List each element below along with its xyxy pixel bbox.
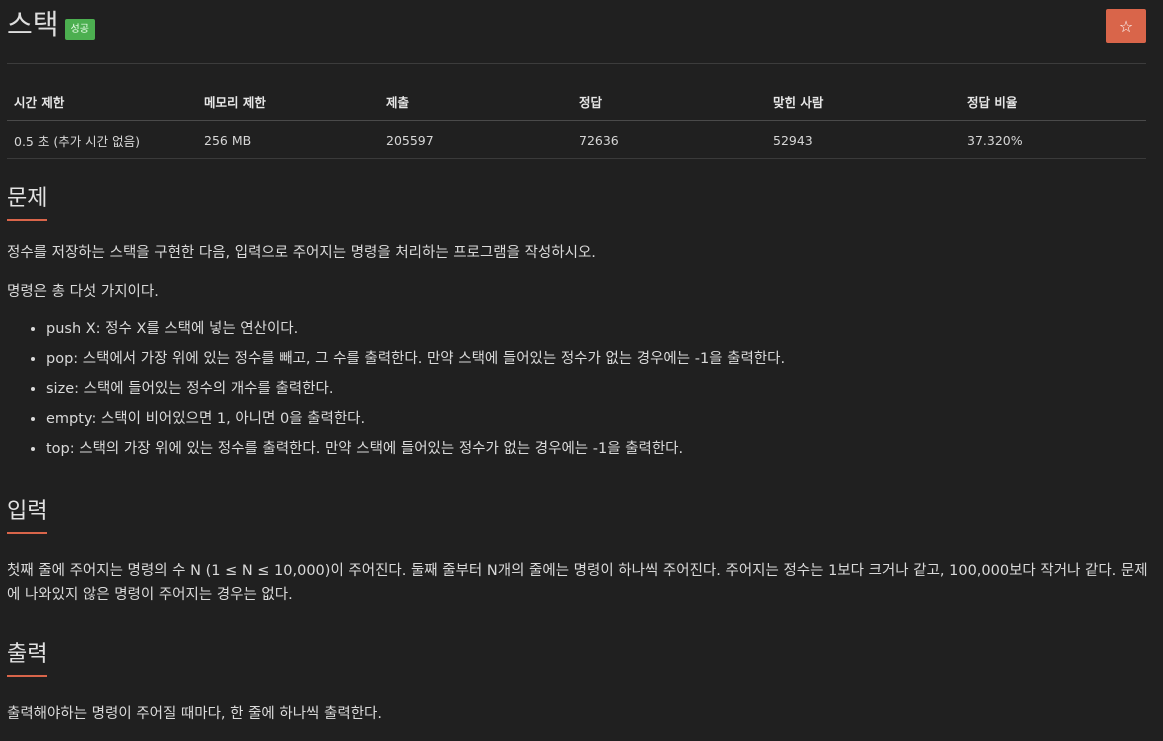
cell-solvers: 52943: [766, 120, 960, 159]
problem-command-intro: 명령은 총 다섯 가지이다.: [7, 284, 159, 300]
problem-info-table: 시간 제한 메모리 제한 제출 정답 맞힌 사람 정답 비율 0.5 초 (추가…: [7, 82, 1146, 159]
problem-page: 스택 성공 ☆ 시간 제한 메모리 제한 제출 정답 맞힌 사람 정답 비율 0…: [0, 0, 1163, 741]
cell-memory-limit: 256 MB: [197, 120, 379, 159]
output-heading: 출력: [7, 641, 48, 677]
input-heading: 입력: [7, 498, 48, 534]
list-item: pop: 스택에서 가장 위에 있는 정수를 빼고, 그 수를 출력한다. 만약…: [46, 344, 1152, 374]
header-accepted: 정답: [572, 82, 766, 121]
command-list: push X: 정수 X를 스택에 넣는 연산이다. pop: 스택에서 가장 …: [7, 314, 1152, 464]
cell-submissions: 205597: [379, 120, 572, 159]
list-item: top: 스택의 가장 위에 있는 정수를 출력한다. 만약 스택에 들어있는 …: [46, 434, 1152, 464]
problem-heading: 문제: [7, 185, 48, 221]
problem-section: 문제 정수를 저장하는 스택을 구현한 다음, 입력으로 주어지는 명령을 처리…: [7, 185, 1152, 464]
status-badge: 성공: [64, 18, 95, 40]
table-header-row: 시간 제한 메모리 제한 제출 정답 맞힌 사람 정답 비율: [7, 82, 1146, 121]
problem-description: 정수를 저장하는 스택을 구현한 다음, 입력으로 주어지는 명령을 처리하는 …: [7, 245, 596, 261]
problem-title: 스택: [7, 8, 59, 41]
header-submissions: 제출: [379, 82, 572, 121]
divider: [7, 63, 1146, 64]
output-section: 출력 출력해야하는 명령이 주어질 때마다, 한 줄에 하나씩 출력한다.: [7, 641, 1152, 726]
list-item: size: 스택에 들어있는 정수의 개수를 출력한다.: [46, 374, 1152, 404]
input-description: 첫째 줄에 주어지는 명령의 수 N (1 ≤ N ≤ 10,000)이 주어진…: [7, 563, 1148, 603]
star-icon: ☆: [1118, 16, 1134, 36]
header-memory-limit: 메모리 제한: [197, 82, 379, 121]
output-description: 출력해야하는 명령이 주어질 때마다, 한 줄에 하나씩 출력한다.: [7, 706, 382, 722]
header-time-limit: 시간 제한: [7, 82, 197, 121]
header-solvers: 맞힌 사람: [766, 82, 960, 121]
cell-time-limit: 0.5 초 (추가 시간 없음): [7, 120, 197, 159]
cell-accepted: 72636: [572, 120, 766, 159]
list-item: push X: 정수 X를 스택에 넣는 연산이다.: [46, 314, 1152, 344]
title-row: 스택 성공: [7, 8, 95, 42]
header-ratio: 정답 비율: [960, 82, 1146, 121]
input-section: 입력 첫째 줄에 주어지는 명령의 수 N (1 ≤ N ≤ 10,000)이 …: [7, 498, 1152, 607]
cell-ratio: 37.320%: [960, 120, 1146, 159]
star-button[interactable]: ☆: [1106, 9, 1146, 43]
list-item: empty: 스택이 비어있으면 1, 아니면 0을 출력한다.: [46, 404, 1152, 434]
table-row: 0.5 초 (추가 시간 없음) 256 MB 205597 72636 529…: [7, 120, 1146, 159]
